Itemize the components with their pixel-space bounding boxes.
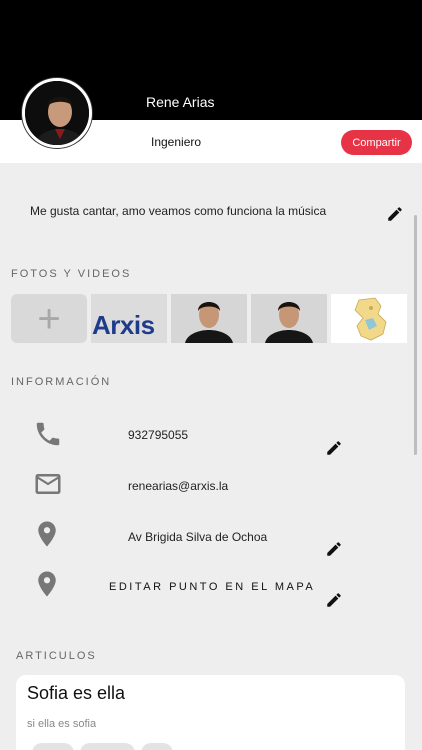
edit-address-pencil-icon[interactable] xyxy=(325,540,343,558)
media-tile-logo[interactable]: Arxis xyxy=(91,294,167,343)
article-card[interactable]: Sofia es ella si ella es sofia xyxy=(16,675,405,750)
article-tag-chip[interactable] xyxy=(80,743,135,750)
profile-name: Rene Arias xyxy=(146,94,215,110)
profile-role: Ingeniero xyxy=(151,135,202,149)
plus-icon: + xyxy=(37,296,61,341)
bio-text: Me gusta cantar, amo veamos como funcion… xyxy=(30,204,327,218)
phone-icon xyxy=(36,422,60,446)
add-media-button[interactable]: + xyxy=(11,294,87,343)
article-tag-chip[interactable] xyxy=(141,743,173,750)
phone-value[interactable]: 932795055 xyxy=(128,428,188,442)
edit-map-pencil-icon[interactable] xyxy=(325,591,343,609)
avatar[interactable] xyxy=(22,78,92,148)
address-value[interactable]: Av Brigida Silva de Ochoa xyxy=(128,530,267,544)
edit-phone-pencil-icon[interactable] xyxy=(325,439,343,457)
media-section-title: FOTOS Y VIDEOS xyxy=(11,268,132,280)
arxis-logo-text: Arxis xyxy=(92,310,155,340)
email-icon xyxy=(35,474,61,494)
share-button[interactable]: Compartir xyxy=(341,130,412,155)
edit-bio-pencil-icon[interactable] xyxy=(386,205,404,223)
info-section-title: INFORMACIÓN xyxy=(11,376,112,388)
article-tag-chip[interactable] xyxy=(32,743,74,750)
article-title: Sofia es ella xyxy=(27,683,126,703)
edit-map-point-link[interactable]: EDITAR PUNTO EN EL MAPA xyxy=(109,581,315,593)
map-pin-icon xyxy=(38,571,56,597)
email-value[interactable]: renearias@arxis.la xyxy=(128,479,228,493)
articles-section-title: ARTICULOS xyxy=(16,650,97,662)
location-pin-icon xyxy=(38,521,56,547)
scrollbar[interactable] xyxy=(414,215,417,455)
media-tile-photo-1[interactable] xyxy=(171,294,247,343)
article-subtitle: si ella es sofia xyxy=(27,718,97,730)
media-strip[interactable]: + Arxis xyxy=(11,294,422,343)
media-tile-photo-2[interactable] xyxy=(251,294,327,343)
media-tile-map[interactable] xyxy=(331,294,407,343)
